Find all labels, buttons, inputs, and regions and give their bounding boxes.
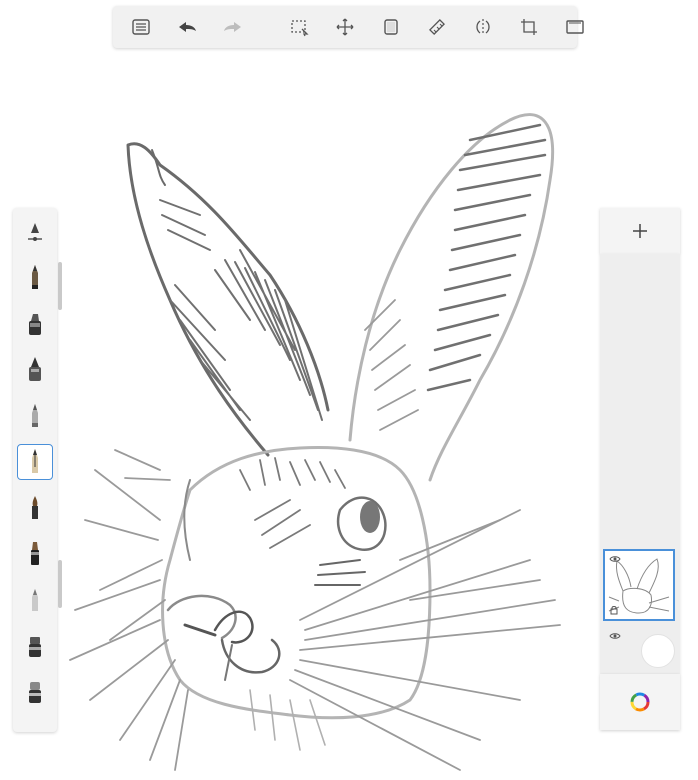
eye-icon[interactable] [609, 632, 621, 640]
eraser-pencil-icon[interactable] [17, 582, 53, 618]
top-toolbar [113, 6, 584, 48]
list-icon[interactable] [123, 6, 159, 48]
tools-group [281, 6, 603, 48]
background-layer[interactable] [603, 626, 675, 672]
smudge-icon[interactable] [17, 628, 53, 664]
drawing-canvas[interactable] [0, 0, 698, 780]
fullscreen-icon[interactable] [557, 6, 593, 48]
paintbrush-icon[interactable] [17, 490, 53, 526]
background-color-swatch[interactable] [641, 634, 675, 668]
rabbit-sketch [69, 113, 561, 771]
brush-palette [13, 208, 57, 732]
flat-brush-icon[interactable] [17, 536, 53, 572]
add-layer-button[interactable] [600, 208, 680, 254]
sketch-layer-thumbnail[interactable] [603, 549, 675, 621]
plus-icon [633, 224, 647, 238]
palette-scroll-handle-top[interactable] [58, 262, 62, 310]
selection-icon[interactable] [281, 6, 317, 48]
pencil-icon[interactable] [17, 260, 53, 296]
inkpen-icon[interactable] [17, 352, 53, 388]
color-wheel-icon [630, 692, 650, 712]
marker-icon[interactable] [17, 306, 53, 342]
ruler-icon[interactable] [419, 6, 455, 48]
crop-icon[interactable] [511, 6, 547, 48]
layer-copy-icon[interactable] [373, 6, 409, 48]
color-editor-button[interactable] [600, 674, 680, 730]
redo-icon[interactable] [215, 6, 251, 48]
lock-icon[interactable] [609, 605, 619, 615]
palette-scroll-handle-bottom[interactable] [58, 560, 62, 608]
symmetry-icon[interactable] [465, 6, 501, 48]
history-group [113, 6, 261, 48]
eye-icon[interactable] [609, 555, 621, 563]
ballpoint-pen-icon[interactable] [17, 444, 53, 480]
brush-settings-icon[interactable] [17, 214, 53, 250]
transform-icon[interactable] [327, 6, 363, 48]
soft-eraser-icon[interactable] [17, 674, 53, 710]
airbrush-icon[interactable] [17, 398, 53, 434]
undo-icon[interactable] [169, 6, 205, 48]
